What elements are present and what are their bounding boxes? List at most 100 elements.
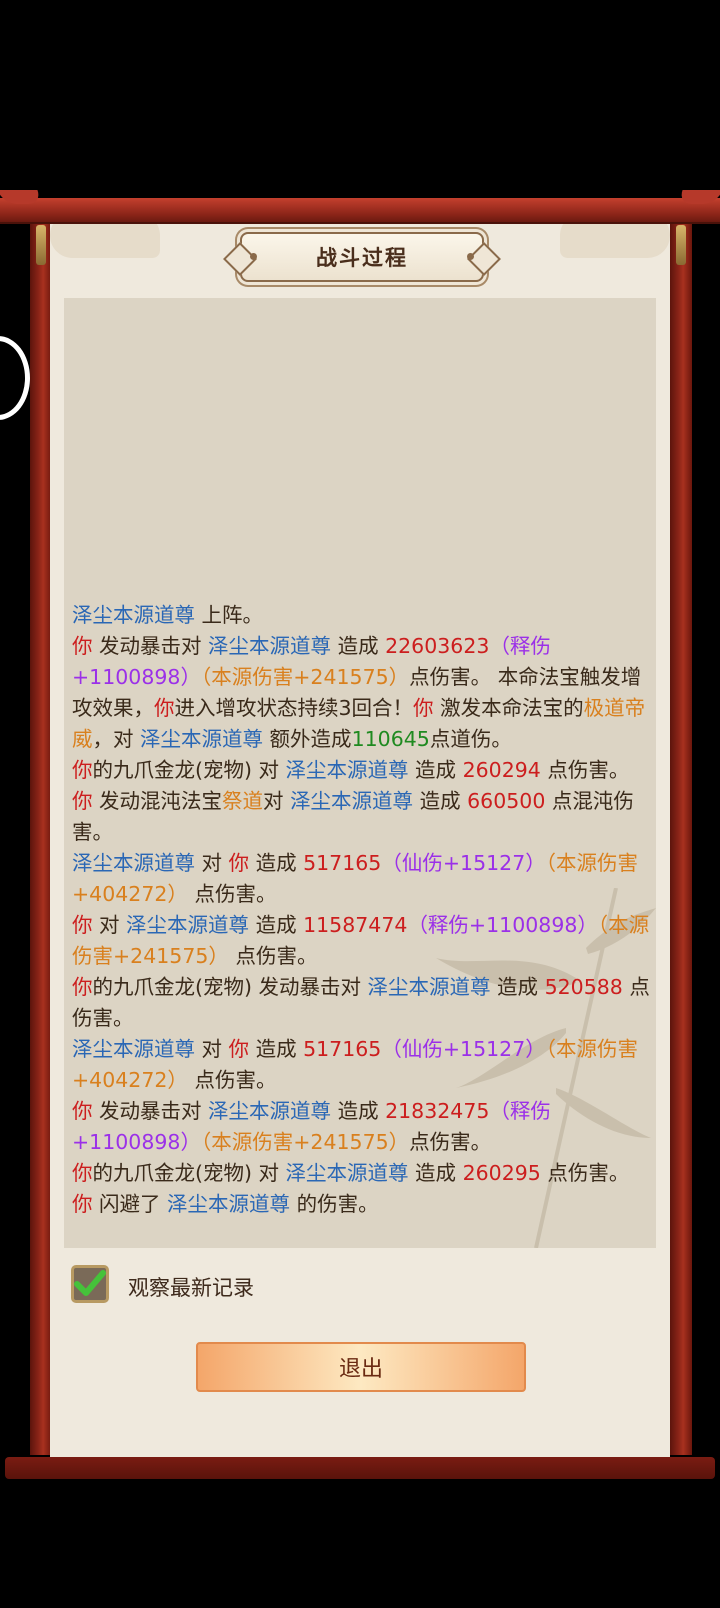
log-entry: 你 闪避了 泽尘本源道尊 的伤害。 [72,1189,650,1220]
log-segment: 的伤害。 [290,1192,379,1216]
log-segment: 闪避了 [92,1192,168,1216]
log-segment: 660500 [467,789,546,813]
tassel-icon [676,225,686,265]
log-segment: 的九爪金龙(宠物) 发动暴击对 [92,975,368,999]
log-segment: 点伤害。 [187,1068,277,1092]
log-segment: 激发本命法宝的 [433,696,584,720]
plate-dot-left [250,253,257,260]
log-segment: 造成 [331,634,386,658]
battle-log: 泽尘本源道尊 上阵。你 发动暴击对 泽尘本源道尊 造成 22603623（释伤+… [72,600,650,1220]
log-segment: 发动暴击对 [92,634,209,658]
tassel-icon [36,225,46,265]
battle-log-panel[interactable]: 泽尘本源道尊 上阵。你 发动暴击对 泽尘本源道尊 造成 22603623（释伤+… [64,298,656,1248]
log-segment: 517165 [303,1037,382,1061]
log-entry: 你的九爪金龙(宠物) 发动暴击对 泽尘本源道尊 造成 520588 点伤害。 [72,972,650,1034]
log-segment: 造成 [408,758,463,782]
log-segment: 泽尘本源道尊 [72,1037,195,1061]
checkbox-label: 观察最新记录 [128,1276,254,1300]
log-entry: 泽尘本源道尊 上阵。 [72,600,650,631]
log-segment: 的九爪金龙(宠物) 对 [92,758,286,782]
log-segment: 你 [72,789,93,813]
log-entry: 你 发动暴击对 泽尘本源道尊 造成 21832475（释伤+1100898）（本… [72,1096,650,1158]
log-segment: 泽尘本源道尊 [208,634,332,658]
log-segment: 11587474 [303,913,408,937]
side-ring-icon [0,336,30,420]
log-entry: 你的九爪金龙(宠物) 对 泽尘本源道尊 造成 260295 点伤害。 [72,1158,650,1189]
checkmark-icon [74,1270,106,1296]
log-segment: 你 [72,913,93,937]
log-segment: 泽尘本源道尊 [126,913,250,937]
log-segment: 额外造成 [263,727,352,751]
log-segment: 对 [195,851,229,875]
log-segment: 517165 [303,851,382,875]
log-segment: 造成 [413,789,468,813]
log-segment: 泽尘本源道尊 [167,1192,291,1216]
log-segment: 点道伤。 [429,727,512,751]
log-segment: 你 [72,1099,93,1123]
log-segment: 你 [72,1161,93,1185]
log-segment: 泽尘本源道尊 [140,727,264,751]
log-segment: 你 [72,975,93,999]
log-segment: 21832475 [385,1099,490,1123]
log-segment: 进入增攻状态持续3回合！ [174,696,414,720]
log-segment: （释伤+1100898） [407,913,598,937]
log-entry: 泽尘本源道尊 对 你 造成 517165（仙伤+15127）（本源伤害+4042… [72,848,650,910]
log-segment: 上阵。 [195,603,264,627]
log-segment: 泽尘本源道尊 [72,851,195,875]
log-segment: 对 [92,913,127,937]
log-segment: 泽尘本源道尊 [367,975,491,999]
log-segment: 的九爪金龙(宠物) 对 [92,1161,286,1185]
log-segment: 点伤害。 [540,1161,630,1185]
log-entry: 你 发动暴击对 泽尘本源道尊 造成 22603623（释伤+1100898）（本… [72,631,650,755]
log-segment: 造成 [490,975,545,999]
scroll-top-bar [0,198,720,224]
log-segment: 祭道 [222,789,264,813]
scroll-rod-left [30,205,52,1455]
scroll-bottom-bar [5,1457,715,1479]
log-entry: 你 发动混沌法宝祭道对 泽尘本源道尊 造成 660500 点混沌伤害。 [72,786,650,848]
log-segment: 260295 [462,1161,541,1185]
log-segment: ，对 [92,727,141,751]
log-segment: 你 [72,634,93,658]
dialog-title: 战斗过程 [316,246,408,270]
log-segment: 点伤害。 [228,944,318,968]
log-entry: 泽尘本源道尊 对 你 造成 517165（仙伤+15127）（本源伤害+4042… [72,1034,650,1096]
log-segment: 泽尘本源道尊 [290,789,414,813]
log-segment: （仙伤+15127） [381,851,546,875]
log-segment: 点伤害。 [409,1130,492,1154]
exit-button[interactable]: 退出 [196,1342,526,1392]
plate-dot-right [467,253,474,260]
log-segment: 260294 [462,758,541,782]
log-segment: 对 [195,1037,229,1061]
log-segment: 泽尘本源道尊 [285,758,409,782]
log-segment: 泽尘本源道尊 [285,1161,409,1185]
watch-latest-checkbox[interactable] [71,1265,109,1303]
log-segment: 发动暴击对 [92,1099,209,1123]
log-segment: （本源伤害+241575） [200,1130,410,1154]
log-segment: 你 [413,696,434,720]
log-segment: 发动混沌法宝 [92,789,223,813]
log-entry: 你的九爪金龙(宠物) 对 泽尘本源道尊 造成 260294 点伤害。 [72,755,650,786]
log-segment: 你 [228,851,250,875]
log-segment: （仙伤+15127） [381,1037,546,1061]
log-segment: 你 [72,1192,93,1216]
log-segment: 你 [154,696,175,720]
log-segment: 你 [72,758,93,782]
log-segment: 造成 [331,1099,386,1123]
log-segment: 泽尘本源道尊 [72,603,195,627]
log-segment: 造成 [249,1037,304,1061]
log-segment: 点伤害。 [540,758,630,782]
log-segment: 造成 [249,913,304,937]
log-entry: 你 对 泽尘本源道尊 造成 11587474（释伤+1100898）（本源伤害+… [72,910,650,972]
log-segment: 520588 [544,975,623,999]
scroll-rod-right [670,205,692,1455]
log-segment: 你 [228,1037,250,1061]
log-segment: 泽尘本源道尊 [208,1099,332,1123]
title-plate: 战斗过程 [223,232,501,282]
log-segment: 22603623 [385,634,490,658]
log-segment: 110645 [351,727,430,751]
log-segment: 点伤害。 [187,882,277,906]
log-segment: 造成 [408,1161,463,1185]
log-segment: 造成 [249,851,304,875]
log-segment: 对 [263,789,291,813]
